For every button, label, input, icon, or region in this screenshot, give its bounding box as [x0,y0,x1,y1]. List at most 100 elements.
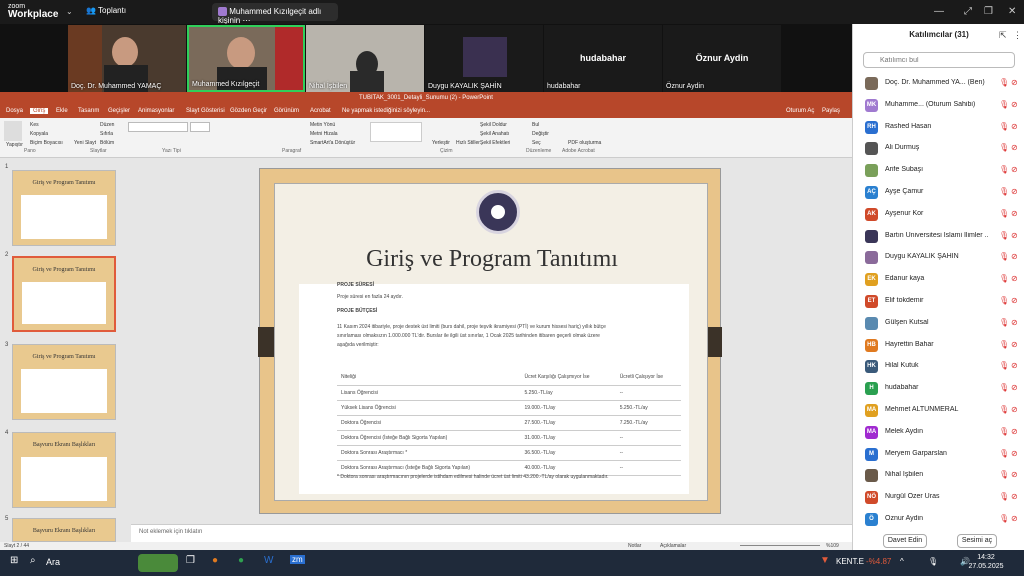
participant-row[interactable]: MA Melek Aydın 🎙 ⊘ [863,423,1023,443]
options-icon[interactable]: ⋮ [1013,30,1022,41]
tab-design[interactable]: Tasarım [78,108,99,114]
participant-row[interactable]: HB Hayrettin Bahar 🎙 ⊘ [863,336,1023,356]
section-button[interactable]: Bölüm [100,140,114,146]
restore-icon[interactable]: ❐ [984,6,993,17]
slide-thumbnail[interactable]: Başvuru Ekranı Başlıkları [12,518,116,542]
tab-transitions[interactable]: Geçişler [108,108,130,114]
search-icon[interactable]: ⌕ [30,555,36,566]
tell-me-search[interactable]: Ne yapmak istediğinizi söyleyin... [342,108,430,114]
participant-row[interactable]: RH Rashed Hasan 🎙 ⊘ [863,118,1023,138]
zoom-slider[interactable] [740,545,820,546]
participant-row[interactable]: Bartın Üniversitesi İslami İlimler ... 🎙 ⊘ [863,227,1023,247]
participant-row[interactable]: Hhudabahar 🎙 ⊘ [863,379,1023,399]
video-tile[interactable]: Öznur Aydin Öznur Aydin [663,25,781,92]
create-pdf-button[interactable]: PDF oluşturma [568,140,601,146]
chevron-down-icon[interactable]: ⌄ [66,7,73,16]
video-tile[interactable]: Duygu KAYALIK ŞAHİN [425,25,543,92]
font-size-select[interactable] [190,122,210,132]
minimize-icon[interactable]: — [934,6,944,17]
format-painter-button[interactable]: Biçim Boyacısı [30,140,63,146]
tray-mic-icon[interactable]: 🎙 [928,557,938,566]
cut-button[interactable]: Kes [30,122,39,128]
participant-row[interactable]: Gülşen Kutsal 🎙 ⊘ [863,314,1023,334]
paste-label[interactable]: Yapıştır [6,142,23,148]
find-button[interactable]: Bul [532,122,539,128]
share-button[interactable]: Paylaş [822,108,840,114]
sign-in-link[interactable]: Oturum Aç [786,108,814,114]
chrome-icon[interactable]: ● [238,555,244,566]
participant-row[interactable]: Ali Durmuş 🎙 ⊘ [863,139,1023,159]
slide-thumbnail[interactable]: Giriş ve Program Tanıtımı [12,344,116,420]
tab-insert[interactable]: Ekle [56,108,68,114]
tab-home[interactable]: Giriş [30,108,49,114]
notes-area[interactable]: Not eklemek için tıklatın [131,524,852,542]
shape-outline-button[interactable]: Şekil Anahatı [480,131,509,137]
participant-row[interactable]: Doç. Dr. Muhammed YA... (Ben) 🎙 ⊘ [863,74,1023,94]
invite-button[interactable]: Davet Edin [883,534,927,548]
video-tile[interactable]: hudabahar hudabahar [544,25,662,92]
font-family-select[interactable] [128,122,188,132]
participant-row[interactable]: NÖ Nurgül Özer Uras 🎙 ⊘ [863,488,1023,508]
select-button[interactable]: Seç [532,140,541,146]
shape-effects-button[interactable]: Şekil Efektleri [480,140,510,146]
tray-chevron-icon[interactable]: ^ [900,557,904,566]
arrange-button[interactable]: Yerleştir [432,140,450,146]
slide-thumbnail-selected[interactable]: Giriş ve Program Tanıtımı [12,256,116,332]
widgets-icon[interactable] [138,554,178,572]
windows-start-icon[interactable]: ⊞ [10,555,18,566]
participant-row[interactable]: MA Mehmet ALTUNMERAL 🎙 ⊘ [863,401,1023,421]
participant-row[interactable]: HK Hilal Kutuk 🎙 ⊘ [863,357,1023,377]
participant-search-input[interactable] [863,52,1015,68]
screen-share-indicator[interactable]: Muhammed Kızılgeçit adlı kişinin ⋯ [212,3,338,25]
comments-toggle[interactable]: Açıklamalar [660,543,686,549]
participant-row[interactable]: Ö Öznur Aydin 🎙 ⊘ [863,510,1023,530]
video-tile[interactable]: Doç. Dr. Muhammed YAMAÇ [68,25,186,92]
smartart-button[interactable]: SmartArt'a Dönüştür [310,140,355,146]
taskbar-search[interactable]: Ara [46,557,60,567]
slide-thumbnail[interactable]: Giriş ve Program Tanıtımı [12,170,116,246]
participant-row[interactable]: Duygu KAYALIK ŞAHİN 🎙 ⊘ [863,248,1023,268]
video-tile[interactable]: Nihal İşbilen [306,25,424,92]
slide-thumbnails[interactable]: 1 Giriş ve Program Tanıtımı 2 Giriş ve P… [0,158,131,542]
stock-ticker[interactable]: KENT.E [836,557,864,566]
shape-fill-button[interactable]: Şekil Doldur [480,122,507,128]
reset-button[interactable]: Sıfırla [100,131,113,137]
slide-thumbnail[interactable]: Başvuru Ekranı Başlıkları [12,432,116,508]
paste-button[interactable] [4,121,22,141]
slide-canvas[interactable]: Giriş ve Program Tanıtımı PROJE SÜRESİ P… [258,168,722,514]
video-tile-active-speaker[interactable]: Muhammed Kızılgeçit [187,25,305,92]
unmute-button[interactable]: Sesimi aç [957,534,997,548]
zoom-app-icon[interactable]: zm [290,555,305,564]
tab-slideshow[interactable]: Slayt Gösterisi [186,108,225,114]
close-icon[interactable]: ✕ [1008,6,1016,17]
participant-row[interactable]: MK Muhamme... (Oturum Sahibi) 🎙 ⊘ [863,96,1023,116]
quick-styles-button[interactable]: Hızlı Stiller [456,140,480,146]
tab-animations[interactable]: Animasyonlar [138,108,174,114]
tab-review[interactable]: Gözden Geçir [230,108,267,114]
align-text-button[interactable]: Metni Hizala [310,131,338,137]
participant-row[interactable]: AK Ayşenur Kor 🎙 ⊘ [863,205,1023,225]
zoom-level[interactable]: %109 [826,543,839,549]
meeting-button[interactable]: 👥 Toplantı [86,6,126,15]
task-view-icon[interactable]: ❐ [186,555,195,566]
participant-row[interactable]: AÇ Ayşe Çamur 🎙 ⊘ [863,183,1023,203]
copy-button[interactable]: Kopyala [30,131,48,137]
fullscreen-icon[interactable]: ⤢ [964,6,972,17]
word-icon[interactable]: W [264,555,273,566]
participant-row[interactable]: M Meryem Garparslan 🎙 ⊘ [863,445,1023,465]
participant-row[interactable]: ET Elif tokdemir 🎙 ⊘ [863,292,1023,312]
participant-row[interactable]: EK Edanur kaya 🎙 ⊘ [863,270,1023,290]
popout-icon[interactable]: ⇱ [999,30,1007,41]
tab-view[interactable]: Görünüm [274,108,299,114]
shapes-gallery[interactable] [370,122,422,142]
tab-file[interactable]: Dosya [6,108,23,114]
participant-row[interactable]: Arife Subaşı 🎙 ⊘ [863,161,1023,181]
text-direction-button[interactable]: Metin Yönü [310,122,335,128]
clock-time[interactable]: 14:32 [966,554,1006,561]
new-slide-button[interactable]: Yeni Slayt [74,140,96,146]
layout-button[interactable]: Düzen [100,122,114,128]
clock-date[interactable]: 27.05.2025 [962,563,1010,570]
notes-toggle[interactable]: Notlar [628,543,641,549]
replace-button[interactable]: Değiştir [532,131,549,137]
participant-row[interactable]: Nihal İşbilen 🎙 ⊘ [863,466,1023,486]
